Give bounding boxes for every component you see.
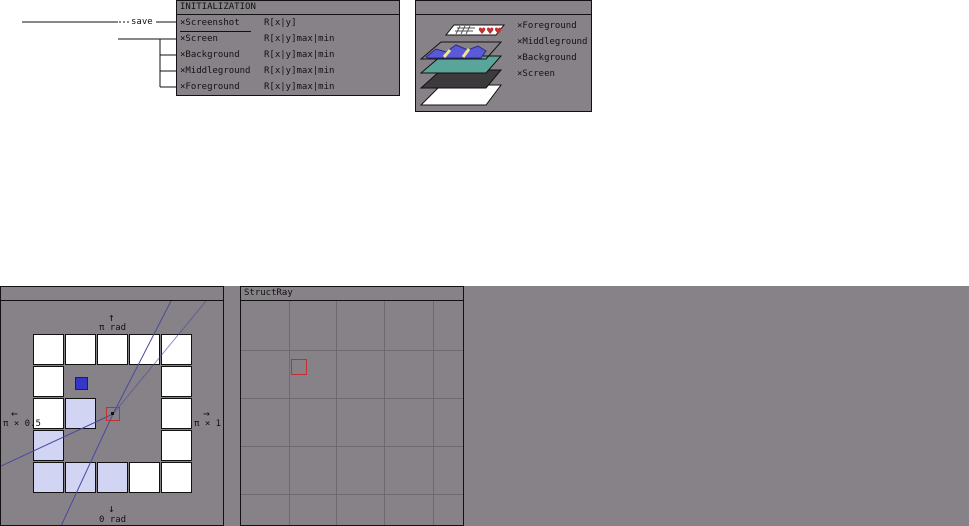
down-direction-label: 0 rad [99,515,127,525]
row-format: R[x|y]max|min [264,82,335,92]
initialization-panel: INITIALIZATION ×Screenshot R[x|y] ×Scree… [176,0,400,96]
left-arrow-icon: ← [11,407,18,420]
row-format: R[x|y]max|min [264,66,335,76]
layer-label-background[interactable]: ×Background [517,53,577,64]
row-format: R[x|y] [264,18,297,28]
layer-label-middleground[interactable]: ×Middleground [517,37,587,48]
layer-label-screen[interactable]: ×Screen [517,69,555,80]
layer-name: Middleground [522,37,588,47]
map-title [1,287,223,301]
layer-name: Background [522,53,577,63]
row-name: Foreground [185,82,240,92]
row-name: Screen [185,34,218,44]
row-name: Middleground [185,66,251,76]
initialization-title: INITIALIZATION [177,1,399,15]
structray-title: StructRay [241,287,463,301]
ray-player-marker[interactable] [291,359,307,375]
target-marker [75,377,88,390]
map-panel: ↑ π rad ↓ 0 rad ← π × 0.5 → π × 1.5 [0,286,224,526]
layer-stack-illustration: ♥♥♥ [419,24,506,106]
layer-name: Foreground [522,21,577,31]
left-direction-label: π × 0.5 [3,419,41,429]
connector-diagram [22,21,177,88]
structray-panel: StructRay [240,286,464,526]
down-arrow-icon: ↓ [108,502,115,515]
save-label: save [131,17,153,27]
right-arrow-icon: → [203,407,210,420]
player-dot [111,412,114,415]
row-name: Background [185,50,240,60]
heart-icon: ♥♥♥ [478,27,502,37]
row-format: R[x|y]max|min [264,50,335,60]
layer-label-foreground[interactable]: ×Foreground [517,21,577,32]
layers-title [416,1,591,15]
row-format: R[x|y]max|min [264,34,335,44]
layers-panel: ♥♥♥ ×Foreground ×Middleground ×Backgroun… [415,0,592,112]
up-direction-label: π rad [99,323,127,333]
layer-name: Screen [522,69,555,79]
right-direction-label: π × 1.5 [194,419,223,429]
up-arrow-icon: ↑ [108,311,115,324]
row-name: Screenshot [185,18,240,28]
